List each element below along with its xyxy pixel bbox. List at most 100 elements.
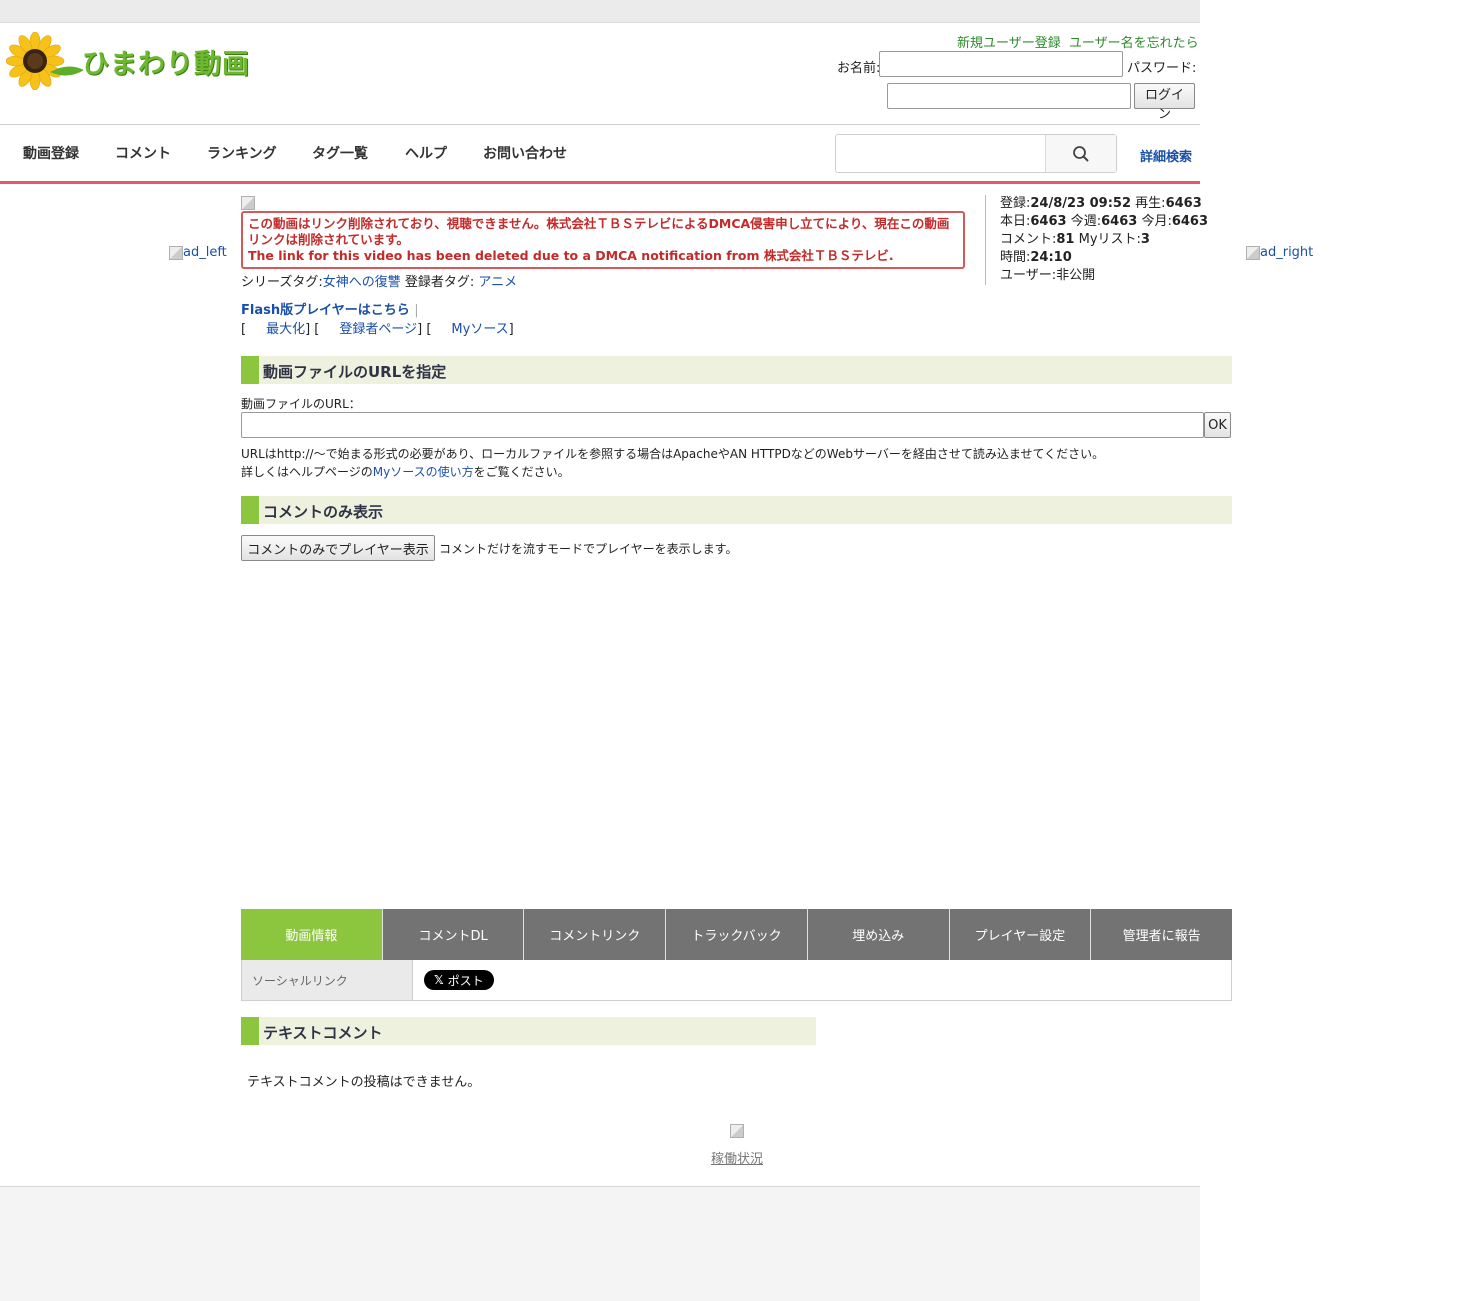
ad-right[interactable]: ad_right (1246, 245, 1313, 260)
password-input[interactable] (887, 83, 1131, 109)
stat-user-value: 非公開 (1056, 268, 1096, 283)
nav-ranking[interactable]: ランキング (207, 143, 277, 163)
ad-left[interactable]: ad_left (169, 245, 227, 260)
password-label: パスワード: (1127, 61, 1197, 76)
my-source-link[interactable]: Myソース (451, 322, 508, 337)
tab-embed[interactable]: 埋め込み (807, 909, 950, 960)
series-tag-label: シリーズタグ: (241, 275, 323, 290)
register-link[interactable]: 新規ユーザー登録 (957, 36, 1061, 51)
stat-plays-label: 再生: (1135, 196, 1166, 211)
nav-help[interactable]: ヘルプ (405, 143, 447, 163)
info-tabs: 動画情報 コメントDL コメントリンク トラックバック 埋め込み プレイヤー設定… (241, 909, 1233, 960)
comment-only-title: コメントのみ表示 (263, 503, 384, 521)
stat-registered-value: 24/8/23 09:52 (1030, 196, 1132, 211)
maximize-link[interactable]: 最大化 (266, 322, 305, 337)
x-post-label: ポスト (447, 973, 484, 988)
stat-duration-value: 24:10 (1030, 250, 1072, 265)
search-icon (1073, 145, 1089, 162)
nav-comment[interactable]: コメント (115, 143, 171, 163)
stat-today-label: 本日: (1000, 214, 1031, 229)
stat-mylist-label: Myリスト: (1078, 232, 1141, 247)
broken-image-icon (730, 1123, 744, 1138)
stat-today-value: 6463 (1030, 214, 1067, 229)
tab-video-info[interactable]: 動画情報 (241, 909, 383, 960)
ad-left-alt: ad_left (183, 245, 227, 260)
site-logo-text: ひまわり動画 (82, 49, 250, 80)
search-box (835, 134, 1117, 174)
search-button[interactable] (1045, 135, 1116, 172)
search-input[interactable] (836, 135, 1050, 174)
username-input[interactable] (879, 51, 1123, 77)
tags-line: シリーズタグ:女神への復讐 登録者タグ: アニメ (241, 271, 517, 290)
stat-user-label: ユーザー: (1000, 268, 1057, 283)
stat-month-value: 6463 (1171, 214, 1209, 229)
header-links: 新規ユーザー登録 ユーザー名を忘れたら (957, 32, 1199, 51)
video-url-input[interactable] (241, 412, 1204, 438)
stat-month-label: 今月: (1141, 214, 1172, 229)
dmca-notice-en: The link for this video has been deleted… (248, 248, 894, 263)
status-image (730, 1123, 744, 1138)
nav-tag-list[interactable]: タグ一覧 (312, 143, 368, 163)
comment-only-description: コメントだけを流すモードでプレイヤーを表示します。 (439, 542, 738, 556)
my-source-help-link[interactable]: Myソースの使い方 (373, 465, 474, 479)
url-help-prefix: 詳しくはヘルプページの (241, 465, 373, 479)
tab-comment-link[interactable]: コメントリンク (524, 909, 667, 960)
user-tag-link[interactable]: アニメ (478, 275, 517, 290)
url-ok-button[interactable]: OK (1204, 412, 1231, 438)
site-logo[interactable]: ひまわり動画 (5, 31, 256, 91)
name-label: お名前: (837, 61, 881, 76)
text-comment-message: テキストコメントの投稿はできません。 (247, 1075, 481, 1090)
uploader-page-link[interactable]: 登録者ページ (339, 322, 417, 337)
social-row: ソーシャルリンク 𝕏 ポスト (241, 960, 1232, 1001)
url-section-header: 動画ファイルのURLを指定 (241, 356, 1232, 384)
social-link-label: ソーシャルリンク (242, 960, 413, 1000)
tab-comment-dl[interactable]: コメントDL (382, 909, 525, 960)
nav-contact[interactable]: お問い合わせ (483, 143, 567, 163)
login-button[interactable]: ログイン (1134, 83, 1195, 122)
tab-trackback[interactable]: トラックバック (666, 909, 808, 960)
comment-only-player-button[interactable]: コメントのみでプレイヤー表示 (241, 535, 435, 561)
broken-image-icon (1246, 245, 1260, 260)
status-link[interactable]: 稼働状況 (711, 1148, 763, 1167)
player-links: [最大化] [登録者ページ] [Myソース] (241, 322, 514, 337)
stat-mylist-value: 3 (1140, 232, 1150, 247)
flash-player-line: Flash版プレイヤーはこちら | (241, 299, 419, 318)
forgot-username-link[interactable]: ユーザー名を忘れたら (1069, 36, 1199, 51)
stat-comments-value: 81 (1056, 232, 1075, 247)
x-logo-icon: 𝕏 (434, 973, 444, 987)
series-tag-link[interactable]: 女神への復讐 (323, 275, 401, 290)
nav-top-divider (0, 124, 1200, 125)
stat-registered-label: 登録: (1000, 196, 1031, 211)
url-section-title: 動画ファイルのURLを指定 (263, 363, 447, 381)
stat-plays-value: 6463 (1165, 196, 1202, 211)
link-separator: | (414, 303, 419, 318)
url-help-line2: 詳しくはヘルプページのMyソースの使い方をご覧ください。 (241, 463, 570, 480)
url-help-suffix: をご覧ください。 (473, 465, 570, 479)
broken-image-icon (241, 195, 255, 210)
stat-week-value: 6463 (1101, 214, 1138, 229)
tab-player-settings[interactable]: プレイヤー設定 (949, 909, 1092, 960)
url-help-line1: URLはhttp://〜で始まる形式の必要があり、ローカルファイルを参照する場合… (241, 447, 1105, 461)
video-thumbnail (241, 195, 255, 210)
stat-comments-label: コメント: (1000, 232, 1057, 247)
comment-only-header: コメントのみ表示 (241, 496, 1232, 524)
advanced-search-link[interactable]: 詳細検索 (1140, 146, 1192, 165)
text-comment-header: テキストコメント (241, 1017, 816, 1045)
stat-week-label: 今週: (1070, 214, 1102, 229)
url-field-label: 動画ファイルのURL： (241, 397, 361, 411)
text-comment-title: テキストコメント (263, 1024, 383, 1042)
ad-right-alt: ad_right (1260, 245, 1314, 260)
video-stats: 登録:24/8/23 09:52 再生:6463 本日:6463 今週:6463… (985, 195, 1208, 285)
footer (0, 1186, 1200, 1301)
top-bar (0, 0, 1200, 23)
x-post-button[interactable]: 𝕏 ポスト (424, 970, 494, 990)
tab-report[interactable]: 管理者に報告 (1091, 909, 1233, 960)
flash-player-link[interactable]: Flash版プレイヤーはこちら (241, 303, 410, 318)
stat-duration-label: 時間: (1000, 250, 1031, 265)
sunflower-icon (5, 31, 84, 91)
dmca-notice: この動画はリンク削除されており、視聴できません。株式会社ＴＢＳテレビによるDMC… (241, 211, 965, 269)
nav-upload[interactable]: 動画登録 (23, 143, 79, 163)
broken-image-icon (169, 245, 183, 260)
user-tag-label: 登録者タグ: (404, 275, 475, 290)
dmca-notice-jp: この動画はリンク削除されており、視聴できません。株式会社ＴＢＳテレビによるDMC… (248, 216, 950, 247)
